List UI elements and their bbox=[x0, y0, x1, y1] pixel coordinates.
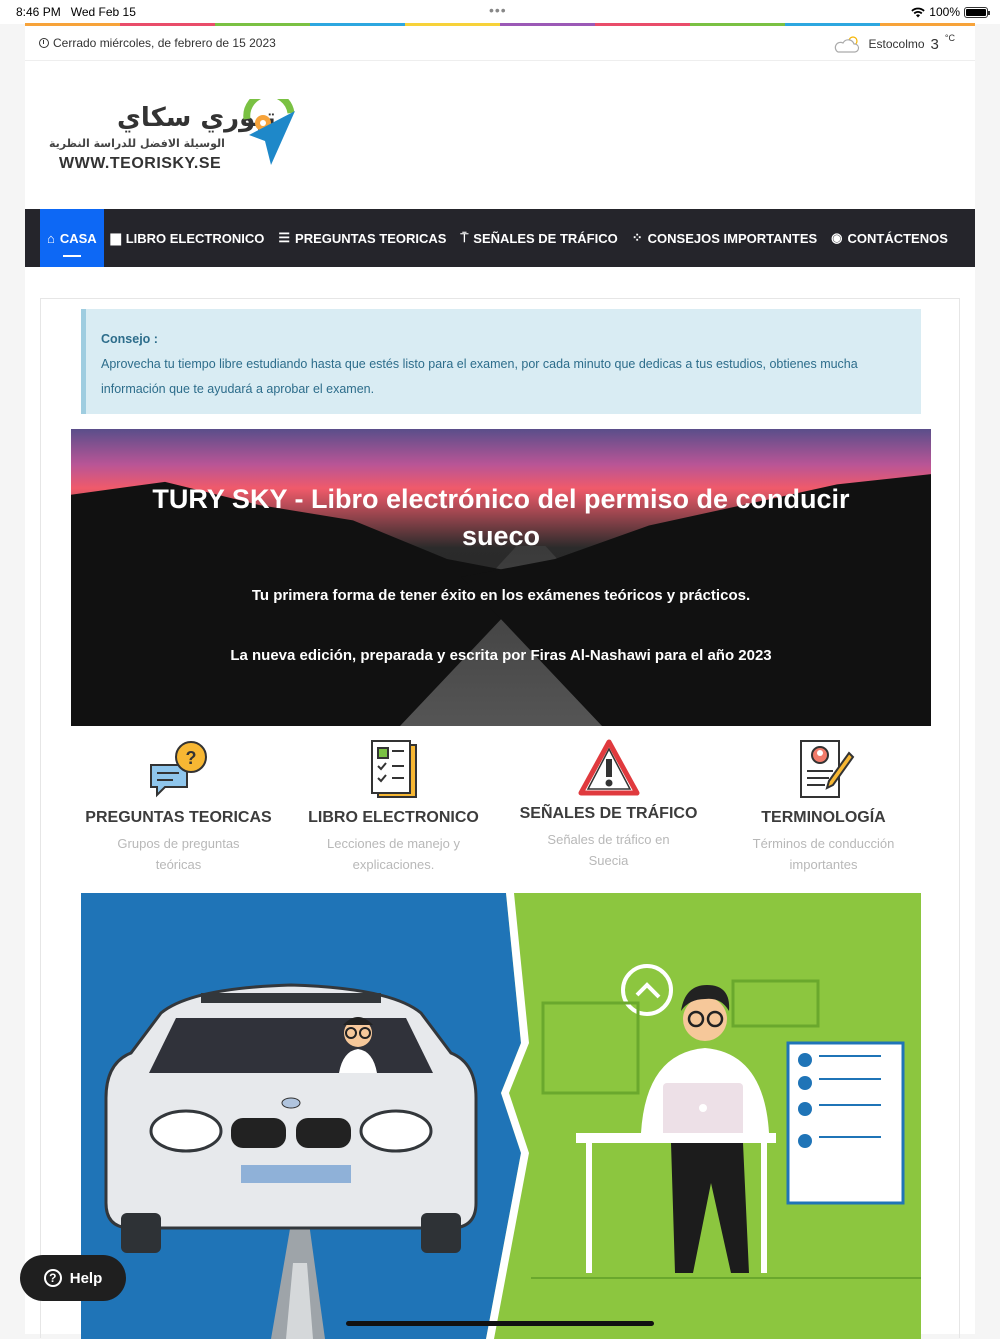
status-right: 100% bbox=[911, 5, 990, 19]
weather-widget: Estocolmo 3 °C bbox=[833, 33, 955, 54]
help-button[interactable]: ? Help bbox=[20, 1255, 126, 1301]
main-nav: ⌂ CASA ▆ LIBRO ELECTRONICO ☰ PREGUNTAS T… bbox=[25, 209, 975, 267]
feature-title: TERMINOLOGÍA bbox=[761, 809, 886, 826]
messenger-icon: ◉ bbox=[831, 230, 843, 245]
hero-subtitle: Tu primera forma de tener éxito en los e… bbox=[251, 587, 751, 604]
multitask-dots-icon[interactable]: ••• bbox=[489, 2, 507, 18]
feature-title: LIBRO ELECTRONICO bbox=[308, 809, 479, 826]
feature-cards: ? PREGUNTAS TEORICAS Grupos de preguntas… bbox=[71, 739, 931, 874]
page: Cerrado miércoles, de febrero de 15 2023… bbox=[25, 26, 975, 1339]
weather-city: Estocolmo bbox=[868, 37, 925, 51]
wifi-icon bbox=[911, 7, 925, 17]
weather-temperature: 3 bbox=[930, 35, 939, 53]
hero-title: TURY SKY - Libro electrónico del permiso… bbox=[152, 484, 850, 551]
logo-pin-icon bbox=[243, 99, 295, 165]
nav-item-preguntas-teoricas[interactable]: ☰ PREGUNTAS TEORICAS bbox=[271, 209, 453, 267]
battery-icon bbox=[964, 6, 990, 18]
status-time: 8:46 PM Wed Feb 15 bbox=[16, 5, 136, 19]
tips-icon: ⁘ bbox=[631, 230, 643, 245]
feature-subtitle: Señales de tráfico en Suecia bbox=[547, 832, 670, 868]
battery-percent: 100% bbox=[929, 5, 960, 19]
svg-text:?: ? bbox=[185, 748, 196, 768]
driver-study-illustration bbox=[81, 893, 921, 1339]
nav-item-consejos-importantes[interactable]: ⁘ CONSEJOS IMPORTANTES bbox=[625, 209, 824, 267]
tip-text: Aprovecha tu tiempo libre estudiando has… bbox=[101, 357, 858, 396]
nav-item-contactenos[interactable]: ◉ CONTÁCTENOS bbox=[824, 209, 955, 267]
cloud-sun-icon bbox=[834, 36, 859, 53]
document-checklist-icon bbox=[370, 740, 417, 798]
list-icon: ☰ bbox=[278, 230, 291, 245]
book-icon: ▆ bbox=[110, 230, 121, 245]
home-icon: ⌂ bbox=[47, 230, 55, 246]
feature-card-terminologia[interactable]: TERMINOLOGÍA Términos de conducción impo… bbox=[716, 739, 931, 874]
feature-subtitle: Lecciones de manejo y explicaciones. bbox=[327, 836, 460, 872]
profile-document-icon bbox=[799, 740, 854, 798]
site-logo[interactable]: تيوري سكاي الوسيلة الافضل للدراسة النظري… bbox=[45, 99, 305, 199]
tip-title: Consejo : bbox=[101, 332, 158, 346]
hero-edition: La nueva edición, preparada y escrita po… bbox=[230, 647, 772, 664]
feature-card-libro[interactable]: LIBRO ELECTRONICO Lecciones de manejo y … bbox=[286, 739, 501, 874]
site-header: تيوري سكاي الوسيلة الافضل للدراسة النظري… bbox=[25, 61, 975, 209]
status-bar: 8:46 PM Wed Feb 15 ••• 100% bbox=[0, 0, 1000, 24]
nav-item-libro-electronico[interactable]: ▆ LIBRO ELECTRONICO bbox=[104, 209, 272, 267]
nav-item-casa[interactable]: ⌂ CASA bbox=[40, 209, 104, 267]
feature-card-senales[interactable]: SEÑALES DE TRÁFICO Señales de tráfico en… bbox=[501, 739, 716, 874]
top-bar: Cerrado miércoles, de febrero de 15 2023… bbox=[25, 26, 975, 61]
signpost-icon: ⍑ bbox=[460, 230, 469, 245]
feature-card-preguntas[interactable]: ? PREGUNTAS TEORICAS Grupos de preguntas… bbox=[71, 739, 286, 874]
warning-sign-icon bbox=[578, 739, 639, 796]
nav-item-senales-de-trafico[interactable]: ⍑ SEÑALES DE TRÁFICO bbox=[453, 209, 624, 267]
main-content: Consejo : Aprovecha tu tiempo libre estu… bbox=[40, 298, 960, 1339]
weather-unit: °C bbox=[944, 33, 955, 43]
clock-icon bbox=[39, 38, 49, 48]
help-question-icon: ? bbox=[43, 1269, 62, 1287]
home-indicator[interactable] bbox=[346, 1321, 654, 1326]
feature-title: PREGUNTAS TEORICAS bbox=[85, 809, 272, 826]
date-display: Cerrado miércoles, de febrero de 15 2023 bbox=[39, 36, 276, 50]
feature-title: SEÑALES DE TRÁFICO bbox=[519, 805, 698, 822]
logo-arabic-tagline: الوسيلة الافضل للدراسة النظرية bbox=[49, 137, 225, 150]
feature-subtitle: Grupos de preguntas teóricas bbox=[117, 836, 240, 872]
question-chat-icon: ? bbox=[149, 741, 207, 798]
tip-box: Consejo : Aprovecha tu tiempo libre estu… bbox=[81, 309, 921, 414]
hero-banner: TURY SKY - Libro electrónico del permiso… bbox=[71, 429, 931, 726]
feature-subtitle: Términos de conducción importantes bbox=[752, 836, 895, 872]
logo-url: WWW.TEORISKY.SE bbox=[59, 155, 222, 172]
